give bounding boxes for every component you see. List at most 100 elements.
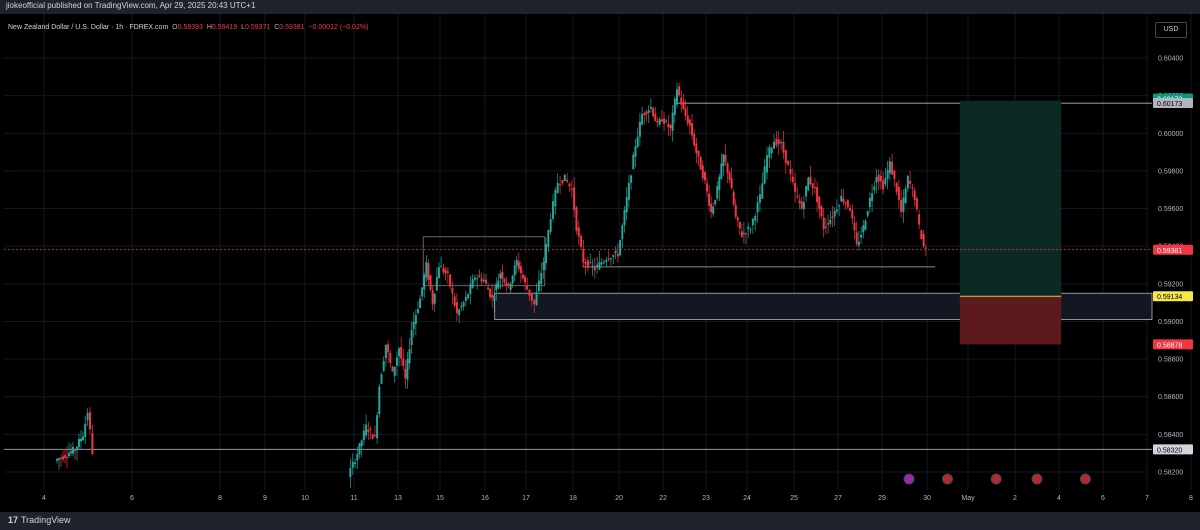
candle-body (849, 207, 852, 211)
candle-body (884, 178, 887, 185)
price-chart[interactable]: 0.604000.602000.600000.598000.596000.594… (0, 0, 1200, 530)
candle-body (732, 192, 735, 205)
candle-body (556, 182, 559, 193)
candle-body (728, 172, 731, 180)
candle-body (471, 279, 474, 288)
candle-body (435, 277, 438, 291)
range-high-price-tag: 0.60173 (1157, 101, 1182, 108)
candle-body (351, 461, 354, 468)
candle-body (747, 226, 750, 230)
candle-body (784, 150, 787, 164)
candle-body (879, 175, 882, 182)
x-tick-label: 23 (702, 495, 710, 502)
candle-body (645, 111, 648, 115)
candle-body (72, 446, 74, 454)
y-tick-label: 0.60000 (1158, 131, 1183, 138)
footer-bar: 17 TradingView (0, 512, 1200, 530)
candle-body (862, 225, 865, 233)
tradingview-brand: TradingView (21, 515, 71, 525)
candle-body (619, 240, 622, 256)
candle-body (91, 433, 94, 454)
candle-body (480, 278, 483, 282)
us-flag-icon (1031, 473, 1043, 485)
candle-body (400, 346, 403, 359)
x-tick-label: 9 (263, 495, 267, 502)
old-low-price-tag: 0.58320 (1157, 447, 1182, 454)
candle-body (489, 288, 492, 298)
candle-body (60, 457, 62, 459)
candle-body (547, 230, 550, 248)
candle-body (835, 209, 838, 212)
tradingview-logo[interactable]: 17 TradingView (8, 515, 71, 525)
candle-body (358, 443, 361, 455)
candle-body (501, 271, 504, 279)
candle-body (638, 121, 641, 137)
x-tick-label: 27 (834, 495, 842, 502)
candle-body (652, 108, 655, 117)
symbol-legend: New Zealand Dollar / U.S. Dollar · 1h · … (8, 24, 368, 31)
candle-body (552, 201, 555, 219)
candle-body (682, 101, 685, 109)
candle-body (663, 118, 666, 124)
candle-body (911, 187, 914, 189)
candle-body (913, 190, 916, 201)
candle-body (589, 262, 592, 264)
candle-body (703, 172, 706, 181)
candle-body (636, 136, 639, 147)
candle-body (789, 169, 792, 174)
candle-body (621, 225, 624, 240)
candle-body (744, 233, 747, 235)
candle-body (632, 154, 635, 170)
candle-body (451, 287, 454, 294)
candle-body (603, 261, 606, 263)
candle-body (440, 266, 443, 268)
candle-body (86, 413, 89, 421)
candle-body (549, 219, 552, 232)
candle-body (654, 113, 657, 122)
candle-body (625, 197, 628, 213)
candle-body (423, 275, 426, 290)
y-tick-label: 0.58600 (1158, 394, 1183, 401)
candle-body (680, 97, 683, 105)
candle-body (915, 198, 918, 210)
candle-body (909, 180, 912, 184)
candle-body (515, 259, 518, 266)
candle-body (895, 183, 898, 192)
candle-body (577, 227, 580, 237)
candle-body (768, 147, 771, 158)
candle-body (888, 161, 891, 174)
candle-body (686, 115, 689, 124)
candle-body (722, 154, 725, 166)
candle-body (813, 187, 816, 189)
candle-body (467, 294, 470, 299)
candle-body (855, 232, 858, 244)
candle-body (749, 229, 752, 231)
candle-body (70, 451, 72, 454)
candle-body (699, 156, 702, 170)
candle-body (384, 344, 387, 358)
x-tick-label: 11 (350, 495, 357, 502)
candle-body (751, 219, 754, 226)
tradingview-mark-icon: 17 (8, 515, 19, 525)
candle-body (816, 187, 819, 203)
candle-body (718, 176, 721, 190)
candle-body (449, 274, 452, 287)
candle-body (473, 277, 476, 280)
candle-body (906, 176, 909, 189)
candle-body (844, 202, 847, 205)
candle-body (851, 210, 854, 219)
entry-price-tag: 0.59134 (1157, 294, 1182, 301)
candle-body (412, 321, 415, 329)
candle-body (485, 279, 488, 284)
candle-body (497, 280, 500, 289)
x-tick-label: 16 (481, 495, 489, 502)
x-tick-label: 8 (1189, 495, 1193, 502)
candle-body (688, 119, 691, 126)
candle-body (675, 89, 678, 105)
close-value: 0.59381 (279, 24, 305, 31)
candle-body (667, 123, 670, 128)
candle-body (649, 106, 652, 109)
currency-button[interactable]: USD (1155, 22, 1187, 38)
candle-body (798, 200, 801, 203)
x-tick-label: 4 (42, 495, 46, 502)
